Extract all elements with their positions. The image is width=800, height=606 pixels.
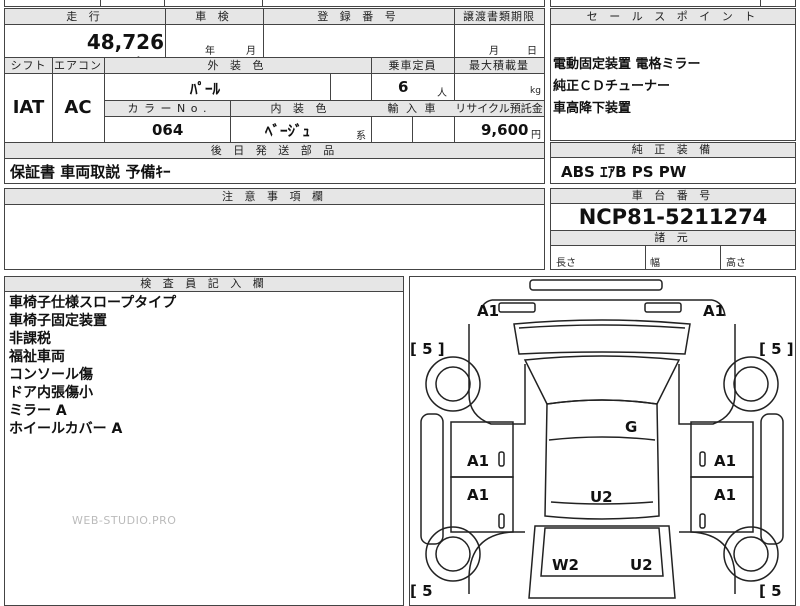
tire-mark-front-right: [ 5 ] <box>759 340 794 358</box>
dimension-width-label: 幅 <box>650 258 660 269</box>
damage-mark-roof: U2 <box>590 488 613 506</box>
tire-mark-rear-right: [ 5 <box>759 582 782 600</box>
shift-value: IAT <box>12 97 45 118</box>
import-header: 輸 入 車 <box>371 101 454 117</box>
interior-color-header: 内 装 色 <box>230 101 371 117</box>
damage-mark-door-rear-left: A1 <box>467 486 489 504</box>
dimension-height-label: 高さ <box>726 258 746 269</box>
accessories-value: 保証書 車両取説 予備ｷｰ <box>10 163 171 181</box>
capacity-value: 6 <box>398 78 409 96</box>
inspector-note: ミラー A <box>9 403 67 419</box>
aircon-value: AC <box>64 97 92 118</box>
inspection-month: 月 <box>246 46 256 57</box>
damage-mark-door-front-left: A1 <box>467 452 489 470</box>
damage-mark-door-rear-right: A1 <box>714 486 736 504</box>
inspector-note: 車椅子仕様スロープタイプ <box>9 295 177 311</box>
tire-mark-rear-left: [ 5 <box>410 582 433 600</box>
inspector-notes-header: 検 査 員 記 入 欄 <box>5 277 403 292</box>
damage-mark-glass: G <box>625 418 637 436</box>
damage-mark-rear-right: U2 <box>630 556 653 574</box>
recycle-deposit-unit: 円 <box>531 130 541 141</box>
inspector-notes-list: 車椅子仕様スロープタイプ 車椅子固定装置 非課税 福祉車両 コンソール傷 ドア内… <box>9 294 176 438</box>
dimension-length-label: 長さ <box>556 258 576 269</box>
dimensions-header: 諸 元 <box>551 231 795 246</box>
max-load-unit: kg <box>530 86 541 96</box>
equipment-header: 純 正 装 備 <box>551 143 795 158</box>
max-load-header: 最大積載量 <box>454 58 544 74</box>
exterior-color-header: 外 装 色 <box>104 58 371 74</box>
inspector-note: 非課税 <box>9 331 51 347</box>
interior-color-suffix: 系 <box>356 131 366 142</box>
inspector-note: 福祉車両 <box>9 349 65 365</box>
transfer-day: 日 <box>527 46 537 57</box>
interior-color-value: ﾍﾞｰｼﾞｭ <box>265 122 311 140</box>
tire-mark-front-left: [ 5 ] <box>410 340 445 358</box>
inspection-year: 年 <box>205 46 215 57</box>
notes-header: 注 意 事 項 欄 <box>5 189 544 205</box>
mileage-header: 走 行 <box>5 9 165 25</box>
sales-point-line: 電動固定装置 電格ミラー <box>553 57 701 72</box>
sales-points-header: セ ー ル ス ポ イ ン ト <box>551 9 795 25</box>
damage-mark-front-right: A1 <box>703 302 725 320</box>
capacity-unit: 人 <box>437 88 447 99</box>
inspection-header: 車 検 <box>165 9 263 25</box>
mileage-number: 48,726 <box>86 30 164 54</box>
inspector-note: コンソール傷 <box>9 367 93 383</box>
capacity-header: 乗車定員 <box>371 58 454 74</box>
inspector-note: 車椅子固定装置 <box>9 313 107 329</box>
registration-header: 登 録 番 号 <box>263 9 454 25</box>
recycle-deposit-header: リサイクル預託金 <box>454 101 544 117</box>
damage-mark-rear-left: W2 <box>552 556 579 574</box>
color-number-value: 064 <box>152 121 184 139</box>
color-number-header: カ ラ ー N o . <box>105 101 230 117</box>
transfer-month: 月 <box>489 46 499 57</box>
chassis-header: 車 台 番 号 <box>551 189 795 204</box>
equipment-value: ABS ｴｱB PS PW <box>561 163 687 181</box>
inspector-note: ホイールカバー A <box>9 421 123 437</box>
transfer-deadline-header: 譲渡書類期限 <box>454 9 544 25</box>
watermark: WEB-STUDIO.PRO <box>72 514 177 527</box>
sales-point-line: 車高降下装置 <box>553 101 632 116</box>
damage-mark-front-left: A1 <box>477 302 499 320</box>
accessories-header: 後 日 発 送 部 品 <box>5 143 544 159</box>
damage-mark-door-front-right: A1 <box>714 452 736 470</box>
sales-point-line: 純正ＣＤチューナー <box>553 79 671 94</box>
inspector-note: ドア内張傷小 <box>9 385 93 401</box>
exterior-color-value: ﾊﾟｰﾙ <box>190 80 221 98</box>
shift-header: シフト <box>5 58 52 74</box>
aircon-header: エアコン <box>52 58 104 74</box>
vehicle-diagram: A1 A1 [ 5 ] [ 5 ] G A1 A1 A1 A1 U2 W2 U2… <box>410 279 794 600</box>
top-clipped-row <box>4 0 545 7</box>
chassis-number: NCP81-5211274 <box>578 205 768 229</box>
recycle-deposit-value: 9,600 <box>481 121 529 139</box>
